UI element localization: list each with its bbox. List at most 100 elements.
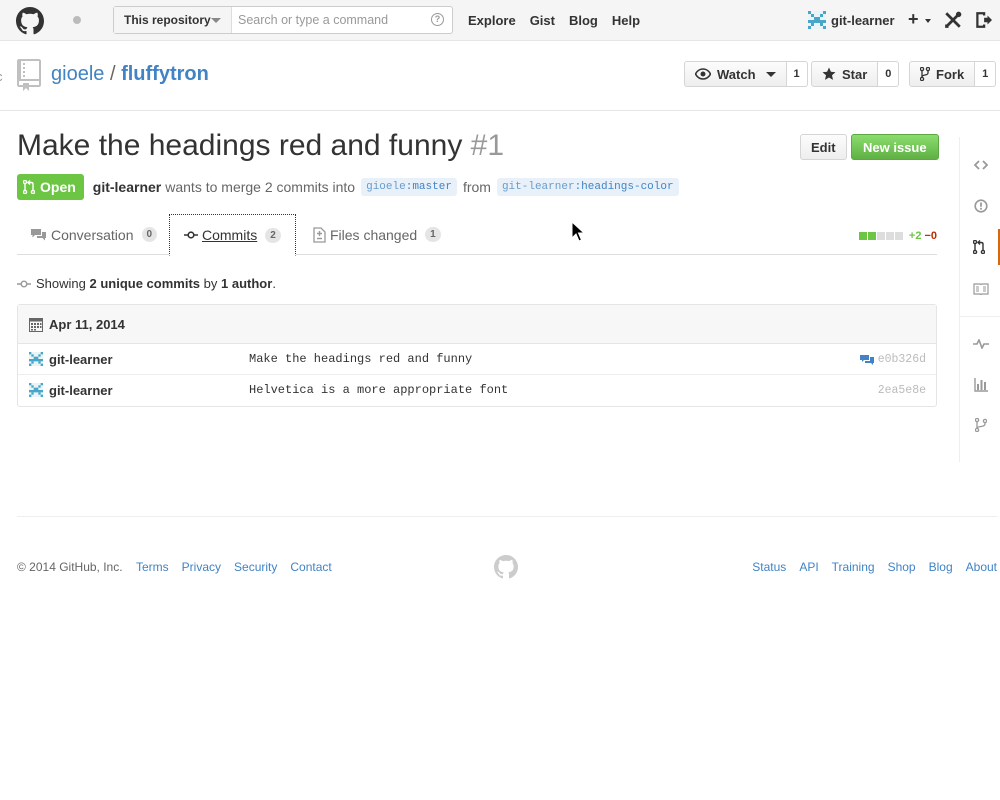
commit-message-link[interactable]: Make the headings red and funny xyxy=(249,352,472,366)
sidebar-item-network[interactable] xyxy=(960,407,1000,443)
comment-discussion-icon xyxy=(31,228,46,240)
nav-explore[interactable]: Explore xyxy=(468,13,516,28)
sidebar-item-pulse[interactable] xyxy=(960,326,1000,362)
summary-showing: Showing xyxy=(36,276,86,291)
status-badge: Open xyxy=(17,174,84,200)
repository-book-icon xyxy=(17,59,41,91)
chevron-down-icon xyxy=(211,18,221,23)
commit-sha-link[interactable]: 2ea5e8e xyxy=(878,384,926,397)
sidebar-item-graphs[interactable] xyxy=(960,367,1000,403)
pr-number: #1 xyxy=(470,129,505,162)
graphs-icon xyxy=(973,378,988,392)
summary-by: by xyxy=(203,276,218,291)
star-icon xyxy=(822,67,836,80)
pull-requests-icon xyxy=(973,240,985,254)
star-count[interactable]: 0 xyxy=(878,61,900,87)
watch-count[interactable]: 1 xyxy=(786,61,808,87)
tab-label: Files changed xyxy=(330,226,418,243)
commit-author-link[interactable]: git-learner xyxy=(49,352,113,367)
fork-icon xyxy=(920,67,930,81)
file-diff-icon xyxy=(313,226,326,243)
settings-tools-icon[interactable] xyxy=(944,11,962,29)
repository-title: gioele / fluffytron xyxy=(51,63,209,86)
github-mark-icon[interactable] xyxy=(494,555,518,579)
comment-icon[interactable] xyxy=(859,354,874,366)
tab-commits[interactable]: Commits 2 xyxy=(169,214,296,256)
network-icon xyxy=(974,418,987,432)
watch-button[interactable]: Watch xyxy=(684,61,787,87)
footer-link-blog[interactable]: Blog xyxy=(929,560,953,574)
edit-button[interactable]: Edit xyxy=(800,134,847,160)
code-icon xyxy=(973,160,988,170)
footer-link-privacy[interactable]: Privacy xyxy=(182,560,221,574)
eye-icon xyxy=(695,68,711,80)
help-question-icon[interactable]: ? xyxy=(431,13,444,26)
sidebar-item-pull-requests[interactable] xyxy=(960,229,1000,265)
site-header: This repository ? Explore Gist Blog Help… xyxy=(0,0,1000,41)
commit-author-link[interactable]: git-learner xyxy=(49,383,113,398)
footer-link-about[interactable]: About xyxy=(966,560,997,574)
repo-name-link[interactable]: fluffytron xyxy=(121,63,209,85)
footer-link-terms[interactable]: Terms xyxy=(136,560,169,574)
nav-blog[interactable]: Blog xyxy=(569,13,598,28)
commit-message-link[interactable]: Helvetica is a more appropriate font xyxy=(249,383,508,397)
user-menu[interactable]: git-learner xyxy=(808,11,895,29)
site-footer: © 2014 GitHub, Inc. Terms Privacy Securi… xyxy=(17,516,997,596)
footer-link-status[interactable]: Status xyxy=(752,560,786,574)
diffstat-additions: +2 xyxy=(908,230,922,242)
commit-sha-link[interactable]: e0b326d xyxy=(878,353,926,366)
base-branch-ref[interactable]: gioele:master xyxy=(361,178,457,196)
fork-label: Fork xyxy=(936,66,965,82)
star-group: Star 0 xyxy=(811,61,900,87)
sidebar-item-wiki[interactable] xyxy=(960,271,1000,307)
head-ref-branch: headings-color xyxy=(581,181,674,193)
nav-help[interactable]: Help xyxy=(612,13,640,28)
git-commit-icon xyxy=(17,280,31,287)
search-bar: This repository ? xyxy=(113,6,453,34)
diffstat-block-neutral xyxy=(885,232,894,240)
summary-author-count: 1 author xyxy=(221,276,273,291)
fork-count[interactable]: 1 xyxy=(975,61,997,87)
base-ref-user: gioele xyxy=(366,181,406,193)
sidebar-item-issues[interactable] xyxy=(960,188,1000,224)
fork-button[interactable]: Fork xyxy=(909,61,976,87)
sidebar-item-code[interactable] xyxy=(960,147,1000,183)
pr-tabs: Conversation 0 Commits 2 Files changed 1… xyxy=(17,214,937,256)
search-input[interactable] xyxy=(232,7,452,33)
truncated-text: c xyxy=(0,69,3,84)
footer-link-contact[interactable]: Contact xyxy=(290,560,331,574)
repo-owner-link[interactable]: gioele xyxy=(51,63,104,85)
search-scope-dropdown[interactable]: This repository xyxy=(114,7,232,33)
avatar[interactable] xyxy=(29,383,43,397)
repository-sidebar-nav xyxy=(959,137,1000,462)
footer-link-shop[interactable]: Shop xyxy=(888,560,916,574)
tab-files-changed[interactable]: Files changed 1 xyxy=(313,214,441,255)
head-branch-ref[interactable]: git-learner:headings-color xyxy=(496,178,679,196)
nav-gist[interactable]: Gist xyxy=(530,13,555,28)
notification-indicator-icon[interactable] xyxy=(73,16,81,24)
pr-meta: Open git-learner wants to merge 2 commit… xyxy=(17,174,685,200)
footer-right-links: Status API Training Shop Blog About xyxy=(752,560,997,574)
footer-link-api[interactable]: API xyxy=(799,560,818,574)
avatar xyxy=(808,11,826,29)
repo-title-separator: / xyxy=(109,63,116,85)
wiki-icon xyxy=(972,283,989,295)
commit-sha-area: e0b326d xyxy=(859,353,926,366)
issues-icon xyxy=(973,199,988,213)
create-new-icon[interactable]: + xyxy=(908,9,919,29)
pr-author-link[interactable]: git-learner xyxy=(93,179,161,195)
footer-link-security[interactable]: Security xyxy=(234,560,277,574)
sign-out-icon[interactable] xyxy=(974,11,992,29)
diffstat-block-added xyxy=(858,232,867,240)
avatar[interactable] xyxy=(29,352,43,366)
new-issue-button[interactable]: New issue xyxy=(851,134,939,160)
tab-counter: 0 xyxy=(141,227,158,242)
base-ref-branch: master xyxy=(412,181,452,193)
footer-link-training[interactable]: Training xyxy=(832,560,875,574)
watch-label: Watch xyxy=(717,66,756,82)
star-button[interactable]: Star xyxy=(811,61,879,87)
tab-conversation[interactable]: Conversation 0 xyxy=(31,214,158,255)
github-logo-icon[interactable] xyxy=(16,7,44,35)
calendar-icon xyxy=(29,317,43,332)
star-label: Star xyxy=(842,66,868,82)
